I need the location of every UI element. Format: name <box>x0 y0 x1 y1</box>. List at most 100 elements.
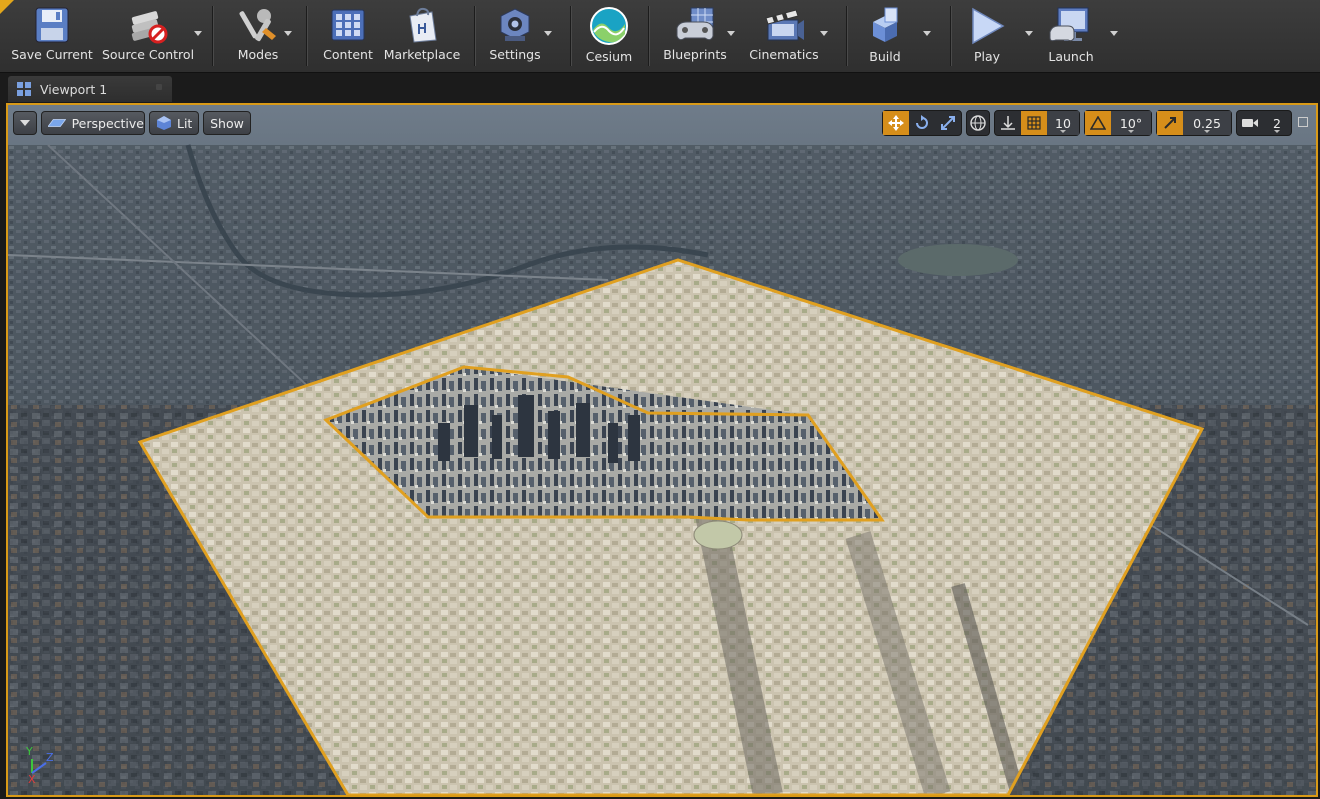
play-button[interactable]: Play <box>958 0 1016 70</box>
source-control-disabled-icon <box>131 11 168 44</box>
tab-strip: Viewport 1 <box>0 73 1320 102</box>
modes-dropdown-arrow[interactable] <box>284 31 292 36</box>
blueprints-dropdown-arrow[interactable] <box>727 31 735 36</box>
camera-speed-button[interactable] <box>1237 111 1263 135</box>
perspective-view-button[interactable]: Perspective <box>41 111 145 135</box>
perspective-plane-icon <box>48 119 66 127</box>
build-dropdown-arrow[interactable] <box>923 31 931 36</box>
translate-tool-button[interactable] <box>883 111 909 135</box>
lit-view-mode-button[interactable]: Lit <box>149 111 199 135</box>
modes-label: Modes <box>237 47 279 62</box>
launch-button[interactable]: Launch <box>1040 0 1102 70</box>
viewport-grid-icon <box>17 82 31 96</box>
grid-snap-value: 10 <box>1055 115 1071 131</box>
gear-cubes-icon <box>500 8 530 41</box>
surface-snap-icon <box>1001 116 1015 130</box>
angle-icon <box>1090 116 1106 130</box>
scale-tool-button[interactable] <box>935 111 961 135</box>
play-label: Play <box>973 49 1001 64</box>
marketplace-label: Marketplace <box>383 47 461 62</box>
toolbar-separator <box>474 6 475 66</box>
cinematics-dropdown-arrow[interactable] <box>820 31 828 36</box>
tab-label: Viewport 1 <box>40 81 108 97</box>
modes-button[interactable]: Modes <box>226 0 290 70</box>
build-button[interactable]: Build <box>856 0 914 70</box>
source-control-label: Source Control <box>101 47 195 62</box>
rotate-icon <box>916 115 928 129</box>
camera-icon <box>1242 119 1258 127</box>
scale-snap-icon <box>1164 117 1176 129</box>
content-button[interactable]: Content <box>318 0 378 70</box>
world-coordinates-button[interactable] <box>967 111 989 135</box>
tab-viewport-1[interactable]: Viewport 1 <box>8 76 172 102</box>
lit-label: Lit <box>177 115 193 131</box>
toolbar-separator <box>570 6 571 66</box>
blueprints-label: Blueprints <box>663 47 727 62</box>
surface-snap-button[interactable] <box>995 111 1021 135</box>
cinematics-label: Cinematics <box>749 47 819 62</box>
cesium-button[interactable]: Cesium <box>580 0 638 70</box>
blueprints-button[interactable]: Blueprints <box>660 0 730 70</box>
rotation-snap-group: 10° <box>1084 110 1152 136</box>
play-dropdown-arrow[interactable] <box>1025 31 1033 36</box>
scale-snap-value: 0.25 <box>1193 115 1221 131</box>
marketplace-bag-icon <box>409 7 437 43</box>
launch-label: Launch <box>1048 49 1094 64</box>
move-arrows-icon <box>888 115 904 131</box>
content-label: Content <box>323 47 373 62</box>
grid-snap-value-dropdown[interactable]: 10 <box>1047 111 1079 135</box>
show-label: Show <box>210 115 244 131</box>
camera-speed-group: 2 <box>1236 110 1292 136</box>
transform-tools-group <box>882 110 962 136</box>
build-label: Build <box>869 49 901 64</box>
scale-icon <box>941 116 955 130</box>
toolbar-separator <box>306 6 307 66</box>
settings-button[interactable]: Settings <box>486 0 544 70</box>
scale-snap-toggle[interactable] <box>1157 111 1183 135</box>
grid-snap-toggle[interactable] <box>1021 111 1047 135</box>
globe-icon <box>970 115 986 131</box>
save-current-button[interactable]: Save Current <box>8 0 96 70</box>
lit-sphere-icon <box>157 116 171 130</box>
perspective-label: Perspective <box>71 115 144 131</box>
content-grid-icon <box>331 9 365 41</box>
close-tab-icon[interactable] <box>156 84 162 90</box>
wrench-tools-icon <box>239 9 276 42</box>
gamepad-blueprint-icon <box>676 7 714 41</box>
grid-snap-group: 10 <box>994 110 1080 136</box>
settings-label: Settings <box>489 47 541 62</box>
level-viewport[interactable]: Perspective Lit Show 10 10° 0.25 2 Y Z X <box>6 103 1318 797</box>
toolbar-separator <box>212 6 213 66</box>
rotation-snap-toggle[interactable] <box>1085 111 1111 135</box>
source-control-button[interactable]: Source Control <box>100 0 196 70</box>
rotation-snap-value: 10° <box>1119 115 1143 131</box>
cesium-label: Cesium <box>585 49 633 64</box>
axis-gizmo: Y Z X <box>25 745 54 785</box>
launch-dropdown-arrow[interactable] <box>1110 31 1118 36</box>
toolbar-separator <box>950 6 951 66</box>
toolbar-separator <box>846 6 847 66</box>
rotation-snap-value-dropdown[interactable]: 10° <box>1111 111 1151 135</box>
marketplace-button[interactable]: Marketplace <box>382 0 462 70</box>
chevron-down-icon <box>20 120 30 126</box>
maximize-viewport-icon[interactable] <box>1298 117 1308 127</box>
camera-speed-value-dropdown[interactable]: 2 <box>1263 111 1291 135</box>
settings-dropdown-arrow[interactable] <box>544 31 552 36</box>
show-flags-button[interactable]: Show <box>203 111 251 135</box>
aerial-city-scene <box>8 105 1316 795</box>
camera-speed-value: 2 <box>1273 115 1281 131</box>
axis-y-label: Y <box>25 745 33 758</box>
axis-x-label: X <box>28 773 36 785</box>
source-control-dropdown-arrow[interactable] <box>194 31 202 36</box>
cinematics-button[interactable]: Cinematics <box>746 0 822 70</box>
grid-icon <box>1027 116 1041 130</box>
toolbar-separator <box>648 6 649 66</box>
floppy-disk-icon <box>35 7 69 43</box>
rotate-tool-button[interactable] <box>909 111 935 135</box>
axis-z-label: Z <box>46 751 54 764</box>
scale-snap-value-dropdown[interactable]: 0.25 <box>1183 111 1231 135</box>
clapperboard-icon <box>765 9 804 41</box>
viewport-options-dropdown[interactable] <box>13 111 37 135</box>
build-blocks-icon <box>873 7 898 42</box>
main-toolbar: Save Current Source Control Modes Conten… <box>0 0 1320 73</box>
